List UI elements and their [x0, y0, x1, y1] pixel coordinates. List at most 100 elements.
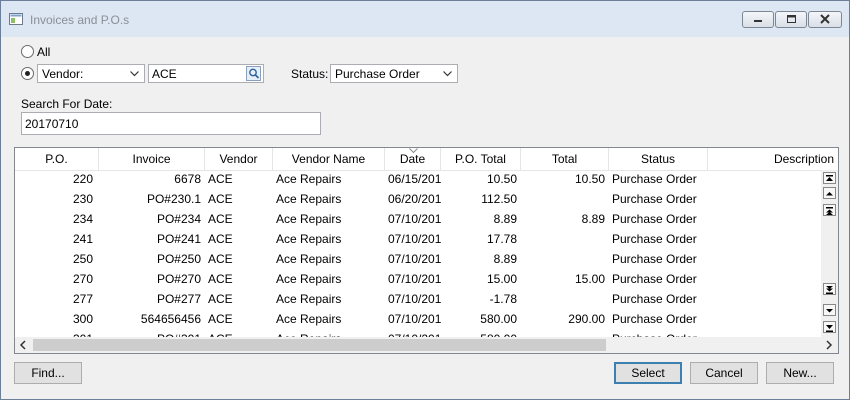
cell-invoice: PO#241 — [156, 232, 201, 246]
cell-po: 234 — [72, 212, 93, 226]
scroll-last-button[interactable] — [823, 321, 836, 333]
cell-total — [521, 229, 605, 249]
table-row[interactable]: 230 PO#230.1 ACE Ace Repairs 06/20/201 112.50… — [15, 189, 820, 209]
table-row[interactable]: 234 PO#234 ACE Ace Repairs 07/10/201 8.89 8.89… — [15, 209, 820, 229]
cell-description — [708, 189, 818, 209]
maximize-button[interactable] — [775, 11, 807, 28]
cell-total — [521, 249, 605, 269]
chevron-down-icon — [130, 71, 139, 77]
cell-invoice: PO#270 — [156, 272, 201, 286]
filter-by-dropdown[interactable]: Vendor: — [37, 64, 145, 83]
column-header-po[interactable]: P.O. — [15, 148, 99, 170]
cell-vendor: ACE — [208, 292, 233, 306]
scroll-page-up-button[interactable] — [823, 204, 836, 216]
cell-status: Purchase Order — [612, 292, 697, 306]
arrow-first-icon — [826, 175, 833, 181]
cell-total: 8.89 — [581, 212, 605, 226]
cell-po-total: 8.89 — [493, 212, 517, 226]
cell-invoice: PO#234 — [156, 212, 201, 226]
cell-vendor: ACE — [208, 232, 233, 246]
close-icon — [820, 14, 830, 24]
cell-po-total: 112.50 — [481, 192, 517, 206]
title-bar[interactable]: Invoices and P.O.s — [1, 1, 849, 37]
invoices-window: Invoices and P.O.s All Vendor: ACE Statu… — [0, 0, 850, 400]
cell-invoice: 564656456 — [140, 312, 201, 326]
column-header-description[interactable]: Description — [708, 148, 838, 170]
cell-total — [521, 189, 605, 209]
cell-po: 270 — [72, 272, 93, 286]
filter-by-value: Vendor: — [42, 67, 84, 81]
cell-status: Purchase Order — [612, 312, 697, 326]
table-row[interactable]: 270 PO#270 ACE Ace Repairs 07/10/201 15.00 15.… — [15, 269, 820, 289]
lookup-button[interactable] — [246, 66, 261, 81]
horizontal-scroll-thumb[interactable] — [33, 339, 606, 351]
cell-vendor-name: Ace Repairs — [276, 232, 342, 246]
search-date-input[interactable]: 20170710 — [21, 112, 321, 135]
cancel-button[interactable]: Cancel — [690, 362, 758, 384]
status-label: Status: — [291, 67, 329, 81]
scroll-page-down-button[interactable] — [823, 283, 836, 295]
column-header-vendor[interactable]: Vendor — [205, 148, 273, 170]
find-button[interactable]: Find... — [14, 362, 82, 384]
cell-invoice: PO#230.1 — [146, 192, 201, 206]
minimize-icon — [754, 20, 762, 22]
cell-status: Purchase Order — [612, 252, 697, 266]
horizontal-scrollbar[interactable] — [15, 337, 838, 353]
grid-header: P.O. Invoice Vendor Vendor Name Date P.O… — [15, 148, 838, 171]
search-icon — [249, 68, 260, 79]
cell-vendor-name: Ace Repairs — [276, 212, 342, 226]
all-label: All — [37, 45, 51, 59]
select-button[interactable]: Select — [614, 362, 682, 384]
search-date-value: 20170710 — [25, 117, 79, 131]
vendor-input[interactable]: ACE — [148, 64, 264, 83]
column-header-vendor-name[interactable]: Vendor Name — [273, 148, 385, 170]
column-header-invoice[interactable]: Invoice — [99, 148, 205, 170]
vertical-scrollbar[interactable] — [821, 170, 838, 337]
cell-date: 07/10/201 — [388, 292, 441, 306]
cell-description — [708, 169, 818, 189]
cell-description — [708, 229, 818, 249]
new-button[interactable]: New... — [766, 362, 834, 384]
table-row[interactable]: 241 PO#241 ACE Ace Repairs 07/10/201 17.78 Pur… — [15, 229, 820, 249]
all-radio[interactable] — [21, 45, 34, 58]
cell-vendor: ACE — [208, 272, 233, 286]
scroll-right-icon[interactable] — [825, 340, 833, 350]
minimize-button[interactable] — [742, 11, 774, 28]
window-title: Invoices and P.O.s — [30, 13, 130, 27]
arrow-page-down-icon — [826, 286, 833, 294]
cell-date: 07/10/201 — [388, 232, 441, 246]
cell-vendor-name: Ace Repairs — [276, 272, 342, 286]
column-header-total[interactable]: Total — [521, 148, 609, 170]
cell-vendor-name: Ace Repairs — [276, 252, 342, 266]
search-date-label: Search For Date: — [21, 97, 113, 111]
cell-date: 07/10/201 — [388, 212, 441, 226]
cell-date: 06/15/201 — [388, 172, 441, 186]
cell-po: 220 — [72, 172, 93, 186]
table-row[interactable]: 220 6678 ACE Ace Repairs 06/15/201 10.50 10.50… — [15, 169, 820, 189]
cell-status: Purchase Order — [612, 212, 697, 226]
table-row[interactable]: 250 PO#250 ACE Ace Repairs 07/10/201 8.89 Purc… — [15, 249, 820, 269]
invoice-grid[interactable]: P.O. Invoice Vendor Vendor Name Date P.O… — [14, 147, 839, 354]
app-icon — [9, 13, 23, 25]
scroll-down-button[interactable] — [823, 304, 836, 316]
cell-date: 07/10/201 — [388, 312, 441, 326]
scroll-left-icon[interactable] — [19, 340, 27, 350]
arrow-page-up-icon — [826, 207, 833, 215]
status-dropdown[interactable]: Purchase Order — [330, 64, 458, 83]
scroll-first-button[interactable] — [823, 172, 836, 184]
vendor-radio[interactable] — [21, 67, 34, 80]
cell-description — [708, 249, 818, 269]
sort-indicator-icon — [409, 148, 418, 153]
cell-invoice: 6678 — [174, 172, 201, 186]
cell-description — [708, 309, 818, 329]
scroll-up-button[interactable] — [823, 187, 836, 199]
column-header-status[interactable]: Status — [609, 148, 708, 170]
cell-po: 241 — [72, 232, 93, 246]
table-row[interactable]: 277 PO#277 ACE Ace Repairs 07/10/201 -1.78 Pur… — [15, 289, 820, 309]
close-button[interactable] — [808, 11, 842, 28]
cell-date: 06/20/201 — [388, 192, 441, 206]
restore-icon — [787, 15, 796, 23]
column-header-po-total[interactable]: P.O. Total — [441, 148, 521, 170]
table-row[interactable]: 300 564656456 ACE Ace Repairs 07/10/201 580.0… — [15, 309, 820, 329]
cell-po: 277 — [72, 292, 93, 306]
